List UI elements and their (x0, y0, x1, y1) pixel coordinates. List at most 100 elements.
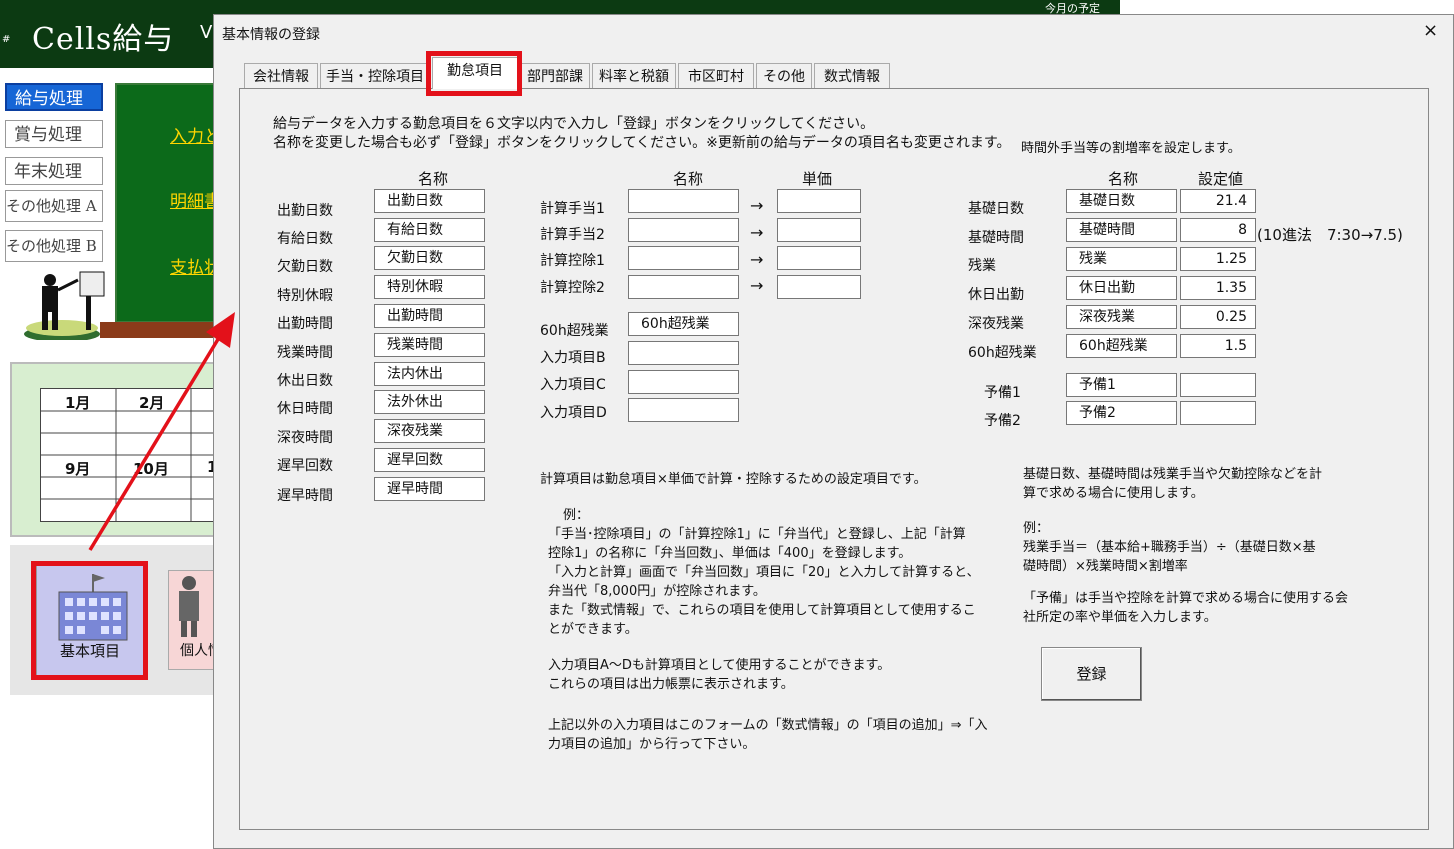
calc-name-field[interactable] (628, 246, 739, 270)
rate-label: 60h超残業 (968, 345, 1037, 361)
dialog-title: 基本情報の登録 (222, 27, 320, 43)
arrow-right-icon: → (750, 196, 764, 215)
register-button[interactable]: 登録 (1041, 647, 1142, 701)
attendance-field[interactable]: 残業時間 (374, 333, 485, 357)
calc-name-field[interactable] (628, 275, 739, 299)
attendance-label: 休日時間 (277, 401, 333, 417)
calc-price-header: 単価 (802, 170, 833, 188)
calc-price-field[interactable] (777, 275, 861, 299)
decimal-hour-note: (10進法 7:30→7.5) (1257, 226, 1403, 244)
arrow-right-icon: → (750, 250, 764, 269)
attendance-label: 遅早時間 (277, 488, 333, 504)
instruction-line-2: 名称を変更した場合も必ず「登録」ボタンをクリックしてください。※更新前の給与デー… (273, 135, 1011, 151)
attendance-label: 欠勤日数 (277, 259, 333, 275)
calc-example-line: また「数式情報」で、これらの項目を使用して計算項目として使用するこ (548, 603, 976, 618)
menu-other-a-button[interactable]: その他処理 A (5, 190, 103, 222)
tab-municipality[interactable]: 市区町村 (678, 63, 754, 89)
menu-yearend-button[interactable]: 年末処理 (5, 157, 103, 185)
calc-label: 計算手当2 (540, 227, 605, 243)
attendance-name-header: 名称 (418, 170, 449, 188)
header-hash-mark: # (2, 34, 11, 45)
spare-value-field[interactable] (1180, 401, 1256, 425)
menu-other-b-button[interactable]: その他処理 B (5, 230, 103, 262)
menu-bonus-button[interactable]: 賞与処理 (5, 120, 103, 148)
input-item-field[interactable] (628, 398, 739, 422)
input-item-field[interactable] (628, 370, 739, 394)
spare-label: 予備1 (984, 385, 1021, 401)
tab-company-info[interactable]: 会社情報 (244, 63, 318, 89)
attendance-field[interactable]: 特別休暇 (374, 275, 485, 299)
rate-label: 残業 (968, 258, 996, 274)
calc-name-field[interactable] (628, 189, 739, 213)
rate-name-field[interactable]: 基礎日数 (1066, 189, 1177, 213)
rate-name-field[interactable]: 休日出勤 (1066, 276, 1177, 300)
other-items-note: 力項目の追加」から行って下さい。 (548, 737, 756, 752)
calc-price-field[interactable] (777, 189, 861, 213)
rate-name-field[interactable]: 深夜残業 (1066, 305, 1177, 329)
arrow-right-icon: → (750, 276, 764, 295)
rate-label: 基礎日数 (968, 201, 1024, 217)
calc-label: 計算手当1 (540, 201, 605, 217)
tab-allowance-deduction[interactable]: 手当・控除項目 (320, 63, 430, 89)
rate-label: 基礎時間 (968, 230, 1024, 246)
rate-name-field[interactable]: 60h超残業 (1066, 334, 1177, 358)
attendance-field[interactable]: 深夜残業 (374, 419, 485, 443)
spare-explanation: 「予備」は手当や控除を計算で求める場合に使用する会 (1023, 591, 1349, 606)
attendance-label: 特別休暇 (277, 288, 333, 304)
calc-price-field[interactable] (777, 246, 861, 270)
rate-value-field[interactable]: 21.4 (1180, 189, 1256, 213)
rate-value-field[interactable]: 1.25 (1180, 247, 1256, 271)
tab-department[interactable]: 部門部課 (520, 63, 590, 89)
rate-value-header: 設定値 (1198, 170, 1244, 188)
calc-example-line: 控除1」の名称に「弁当回数」、単価は「400」を登録します。 (548, 546, 912, 561)
attendance-label: 遅早回数 (277, 458, 333, 474)
attendance-field[interactable]: 有給日数 (374, 218, 485, 242)
rate-name-field[interactable]: 残業 (1066, 247, 1177, 271)
rate-caption: 時間外手当等の割増率を設定します。 (1021, 141, 1241, 156)
input-item-field[interactable]: 60h超残業 (628, 312, 739, 336)
tab-rates-tax[interactable]: 料率と税額 (592, 63, 676, 89)
attendance-tab-highlight (426, 51, 522, 96)
rate-name-field[interactable]: 基礎時間 (1066, 218, 1177, 242)
tab-formula-info[interactable]: 数式情報 (814, 63, 890, 89)
red-arrow-icon (88, 312, 235, 551)
rate-example-line: 礎時間）×残業時間×割増率 (1023, 559, 1188, 574)
spare-value-field[interactable] (1180, 373, 1256, 397)
close-icon[interactable]: × (1423, 20, 1438, 41)
attendance-field[interactable]: 欠勤日数 (374, 246, 485, 270)
menu-payroll-button[interactable]: 給与処理 (5, 83, 103, 111)
attendance-label: 出勤時間 (277, 316, 333, 332)
calc-price-field[interactable] (777, 218, 861, 242)
attendance-field[interactable]: 法外休出 (374, 390, 485, 414)
rate-name-header: 名称 (1108, 170, 1139, 188)
attendance-label: 深夜時間 (277, 430, 333, 446)
attendance-field[interactable]: 出勤日数 (374, 189, 485, 213)
spare-name-field[interactable]: 予備2 (1066, 401, 1177, 425)
input-item-field[interactable] (628, 341, 739, 365)
attendance-field[interactable]: 出勤時間 (374, 304, 485, 328)
spare-label: 予備2 (984, 413, 1021, 429)
input-items-note: これらの項目は出力帳票に表示されます。 (548, 677, 794, 692)
attendance-field[interactable]: 法内休出 (374, 362, 485, 386)
rate-label: 深夜残業 (968, 316, 1024, 332)
other-items-note: 上記以外の入力項目はこのフォームの「数式情報」の「項目の追加」⇒「入 (548, 718, 988, 733)
app-version-mark: V (200, 22, 213, 43)
rate-value-field[interactable]: 0.25 (1180, 305, 1256, 329)
arrow-right-icon: → (750, 223, 764, 242)
calc-explanation: 計算項目は勤怠項目×単価で計算・控除するための設定項目です。 (540, 472, 927, 487)
attendance-field[interactable]: 遅早回数 (374, 448, 485, 472)
calc-example-line: 弁当代「8,000円」が控除されます。 (548, 584, 766, 599)
attendance-label: 残業時間 (277, 345, 333, 361)
calc-example-line: とができます。 (548, 622, 638, 637)
calc-name-field[interactable] (628, 218, 739, 242)
spare-name-field[interactable]: 予備1 (1066, 373, 1177, 397)
rate-value-field[interactable]: 1.35 (1180, 276, 1256, 300)
attendance-label: 休出日数 (277, 373, 333, 389)
rate-example-label: 例： (1023, 521, 1050, 536)
calc-label: 計算控除2 (540, 280, 605, 296)
rate-label: 休日出勤 (968, 287, 1024, 303)
rate-value-field[interactable]: 8 (1180, 218, 1256, 242)
rate-value-field[interactable]: 1.5 (1180, 334, 1256, 358)
attendance-field[interactable]: 遅早時間 (374, 477, 485, 501)
tab-other[interactable]: その他 (756, 63, 812, 89)
